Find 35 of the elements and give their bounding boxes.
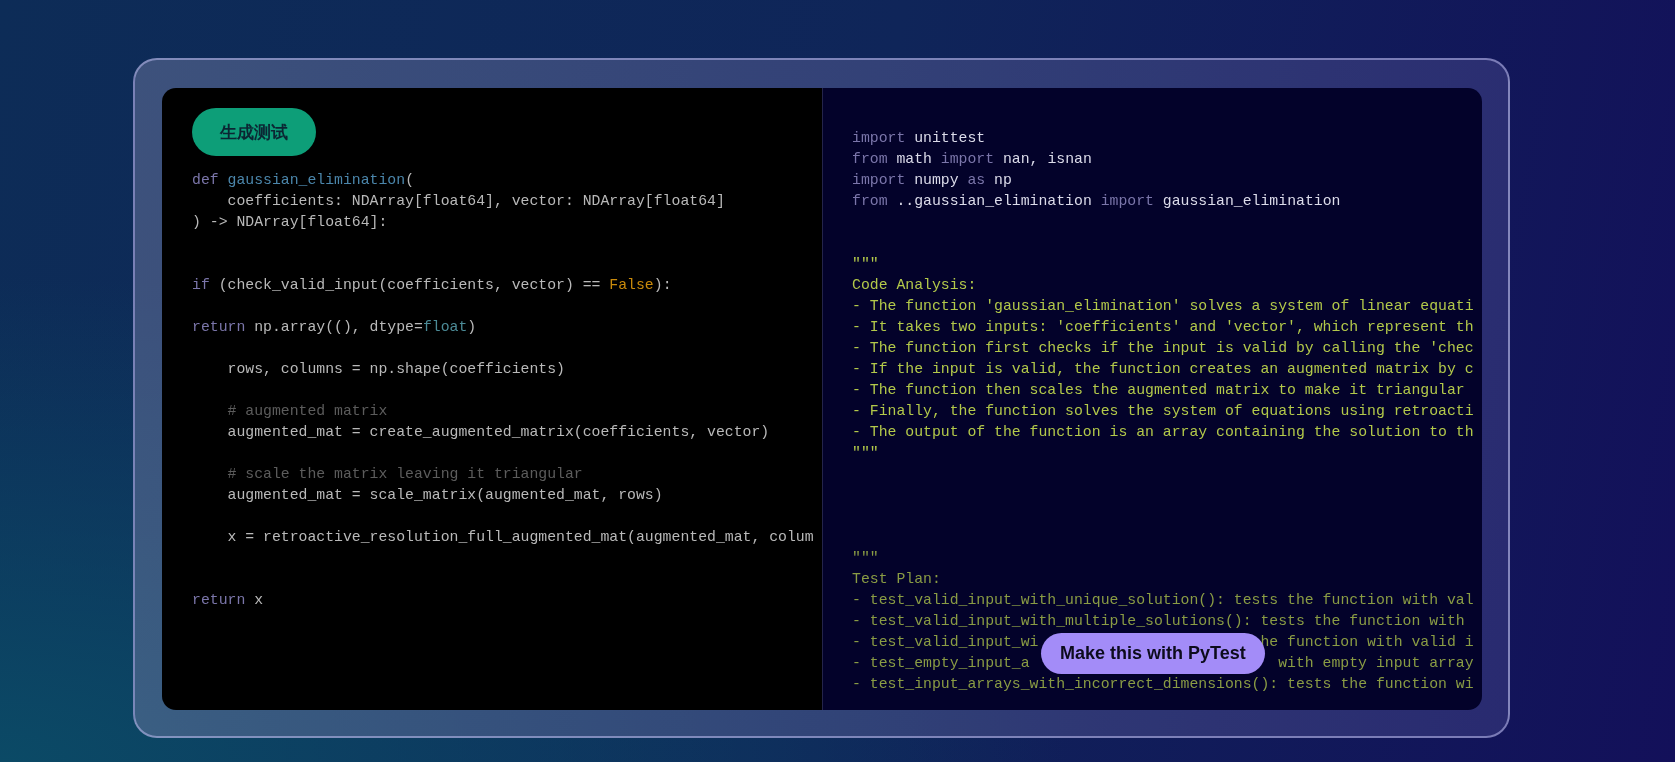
- code-line: coefficients: NDArray[float64], vector: NDArray[float64]: [226, 192, 726, 211]
- code-line: """: [852, 549, 880, 568]
- code-line: - The output of the function is an array containing the solution to th: [852, 423, 1474, 442]
- code-line: ) -> NDArray[float64]:: [192, 213, 389, 232]
- code-line: - test_valid_input_with_unique_solution(): tests the function with val: [852, 591, 1474, 610]
- code-line: - It takes two inputs: 'coefficients' and 'vector', which represent th: [852, 318, 1474, 337]
- code-line: - The function first checks if the input is valid by calling the 'chec: [852, 339, 1474, 358]
- code-line: with empty input array: [1278, 654, 1474, 673]
- code-line: return x: [192, 591, 265, 610]
- code-line: """: [852, 444, 880, 463]
- code-line: - If the input is valid, the function creates an augmented matrix by c: [852, 360, 1474, 379]
- code-line: from math import nan, isnan: [852, 150, 1093, 169]
- code-line: x = retroactive_resolution_full_augmented_mat(augmented_mat, colum: [226, 528, 814, 547]
- code-line: if (check_valid_input(coefficients, vector) == False):: [192, 276, 673, 295]
- code-line: def gaussian_elimination(: [192, 171, 415, 190]
- code-line: # augmented matrix: [226, 402, 389, 421]
- code-line: Code Analysis:: [852, 276, 978, 295]
- code-line: - The function 'gaussian_elimination' solves a system of linear equati: [852, 297, 1474, 316]
- code-line: import unittest: [852, 129, 987, 148]
- code-line: augmented_mat = scale_matrix(augmented_mat, rows): [226, 486, 664, 505]
- code-line: Test Plan:: [852, 570, 942, 589]
- code-line: - test_input_arrays_with_incorrect_dimensions(): tests the function wi: [852, 675, 1474, 694]
- code-line: - test_valid_input_wi: [852, 633, 1039, 652]
- code-line: - The function then scales the augmented matrix to make it triangular: [852, 381, 1466, 400]
- code-line: augmented_mat = create_augmented_matrix(coefficients, vector): [226, 423, 771, 442]
- code-line: return np.array((), dtype=float): [192, 318, 478, 337]
- code-line: - test_empty_input_a: [852, 654, 1030, 673]
- code-line: from ..gaussian_elimination import gaussian_elimination: [852, 192, 1342, 211]
- code-line: - Finally, the function solves the system of equations using retroacti: [852, 402, 1474, 421]
- code-line: import numpy as np: [852, 171, 1013, 190]
- code-line: """: [852, 255, 880, 274]
- code-line: - test_valid_input_with_multiple_solutions(): tests the function with: [852, 612, 1466, 631]
- generate-tests-button[interactable]: 生成测试: [192, 108, 316, 156]
- code-line: rows, columns = np.shape(coefficients): [226, 360, 566, 379]
- code-line: # scale the matrix leaving it triangular: [226, 465, 584, 484]
